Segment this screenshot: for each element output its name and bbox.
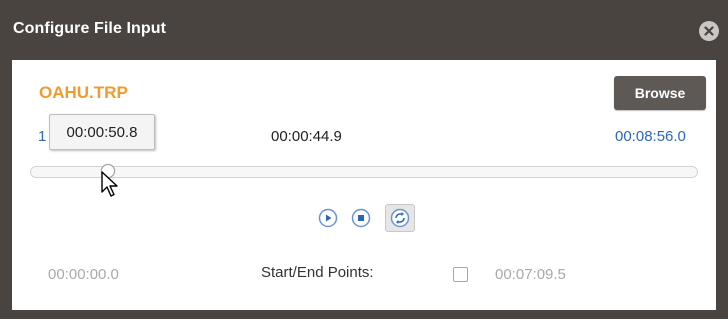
- timeline-start-time: 1: [38, 128, 47, 145]
- play-icon: [318, 208, 338, 228]
- file-name: OAHU.TRP: [39, 83, 128, 102]
- mouse-pointer-icon: [101, 171, 118, 197]
- dialog-title: Configure File Input: [13, 20, 167, 37]
- start-end-points-checkbox[interactable]: [453, 267, 468, 282]
- start-end-points-label: Start/End Points:: [261, 264, 374, 281]
- timeline-slider-track[interactable]: [30, 166, 698, 178]
- hover-time-tooltip: 00:00:50.8: [49, 114, 155, 150]
- close-icon: [704, 26, 714, 36]
- loop-icon: [390, 208, 410, 228]
- configure-file-input-dialog: Configure File Input OAHU.TRP Browse 1 0…: [0, 0, 728, 319]
- browse-button[interactable]: Browse: [614, 76, 706, 110]
- close-button[interactable]: [699, 21, 719, 41]
- current-time: 00:00:44.9: [271, 128, 342, 145]
- loop-button[interactable]: [385, 204, 415, 232]
- start-point-time[interactable]: 00:00:00.0: [48, 266, 119, 283]
- dialog-titlebar: Configure File Input: [0, 0, 728, 60]
- total-time: 00:08:56.0: [615, 128, 686, 145]
- play-button[interactable]: [317, 207, 339, 229]
- stop-icon: [351, 208, 371, 228]
- stop-button[interactable]: [350, 207, 372, 229]
- dialog-content: OAHU.TRP Browse 1 00:00:44.9 00:08:56.0 …: [12, 60, 716, 310]
- end-point-time[interactable]: 00:07:09.5: [495, 266, 566, 283]
